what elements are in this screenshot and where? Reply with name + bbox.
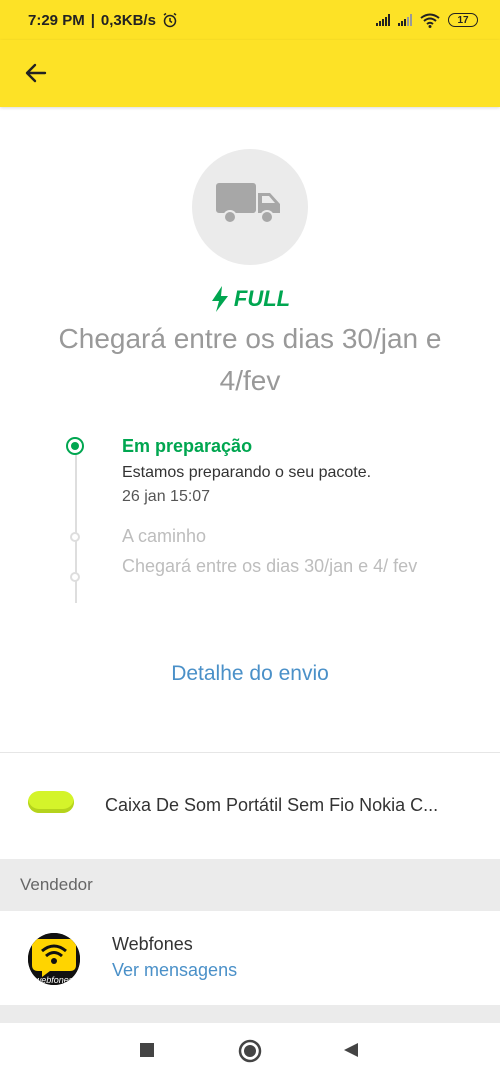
recent-apps-icon[interactable] [138,1041,156,1059]
section-title: Vendedor [20,875,93,894]
step-title: Em preparação [122,436,253,456]
arrow-left-icon[interactable] [23,60,49,86]
full-badge: FULL [0,286,500,312]
step-description: Estamos preparando o seu pacote. [122,464,372,481]
seller-name: Webfones [112,934,193,954]
svg-text:webfones: webfones [35,975,74,985]
seller-avatar: webfones [28,933,80,985]
timeline-dot-inactive [70,532,80,542]
product-title: Caixa De Som Portátil Sem Fio Nokia C... [105,795,439,815]
system-nav-bar [0,1023,500,1082]
back-nav-icon[interactable] [342,1041,360,1059]
eta-title: Chegará entre os dias 30/jan e 4/fev [58,323,442,396]
view-messages-link[interactable]: Ver mensagens [112,960,237,981]
status-bar: 7:29 PM | 0,3KB/s 17 [0,0,500,40]
signal-icon-2 [398,14,412,26]
signal-icon [376,14,390,26]
timeline-dot-inactive [70,572,80,582]
full-label: FULL [233,286,291,311]
shipment-icon-circle [192,149,308,265]
timeline-dot-active [66,437,84,455]
app-bar [0,40,500,107]
status-network-speed: 0,3KB/s [100,11,156,29]
product-row[interactable]: Caixa De Som Portátil Sem Fio Nokia C... [0,753,500,859]
home-icon[interactable] [238,1039,262,1063]
wifi-icon [420,13,440,28]
truck-icon [216,183,280,224]
product-thumbnail [28,791,74,813]
step-description: Chegará entre os dias 30/jan e 4/ fev [122,556,418,576]
shipment-detail-link[interactable]: Detalhe do envio [0,662,500,686]
bottom-spacer [0,1005,500,1023]
step-title: A caminho [122,526,207,546]
status-time: 7:29 PM [28,11,85,29]
battery-icon: 17 [448,13,478,27]
alarm-icon [163,12,177,28]
step-date: 26 jan 15:07 [122,488,211,505]
lightning-icon [211,286,228,312]
seller-logo: webfones [28,933,80,985]
seller-row[interactable]: webfones Webfones Ver mensagens [0,911,500,1005]
seller-section-header: Vendedor [0,859,500,911]
